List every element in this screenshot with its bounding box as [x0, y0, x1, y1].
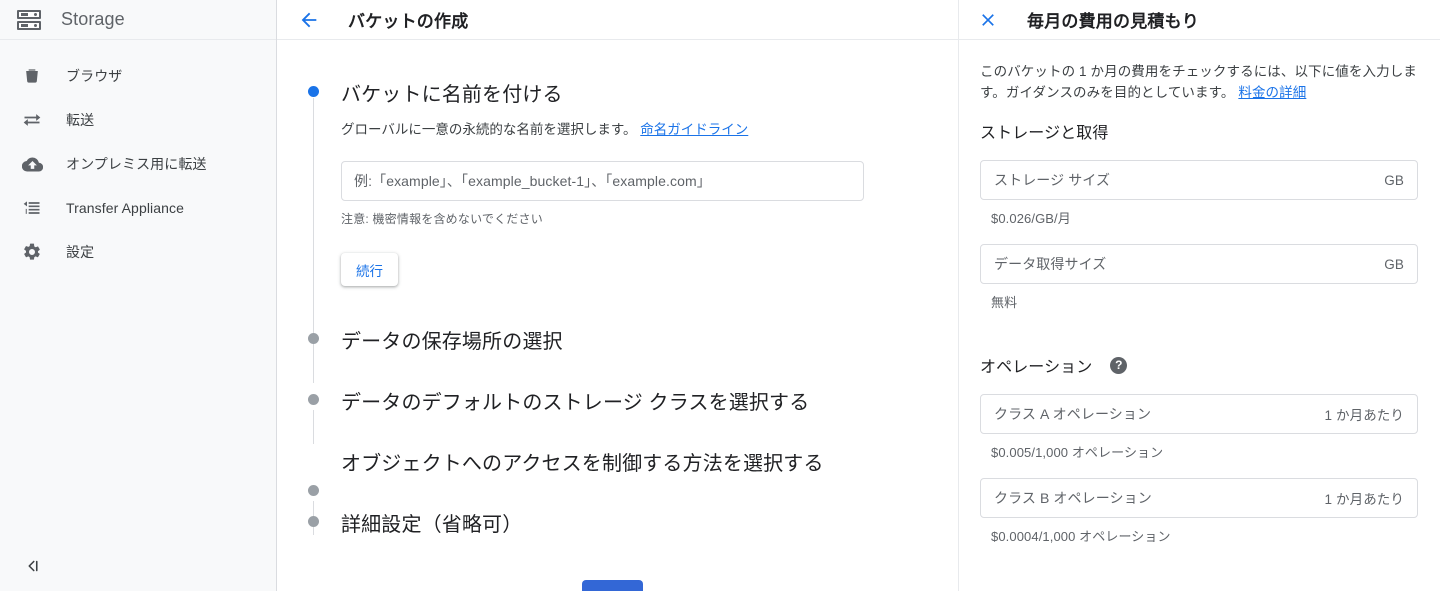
step-choose-storage-class: データのデフォルトのストレージ クラスを選択する [277, 388, 958, 444]
sidebar-item-label: オンプレミス用に転送 [66, 156, 207, 172]
step-advanced-settings: 詳細設定（省略可） [277, 510, 958, 540]
naming-guidelines-link[interactable]: 命名ガイドライン [640, 122, 748, 137]
storage-size-unit: GB [1384, 172, 1404, 188]
sidebar-item-transfer[interactable]: 転送 [0, 98, 276, 142]
sidebar-item-label: 設定 [66, 244, 95, 260]
storage-size-placeholder: ストレージ サイズ [994, 172, 1111, 188]
sidebar-item-transfer-appliance[interactable]: Transfer Appliance [0, 186, 276, 230]
step-description: グローバルに一意の永続的な名前を選択します。 命名ガイドライン [341, 120, 934, 140]
step-bullet-icon [308, 485, 319, 496]
collapse-panel-icon[interactable] [18, 551, 48, 581]
step-title[interactable]: オブジェクトへのアクセスを制御する方法を選択する [341, 449, 846, 479]
sidebar-brand-title: Storage [61, 9, 125, 29]
close-icon[interactable] [976, 8, 1000, 32]
step-choose-location: データの保存場所の選択 [277, 327, 958, 383]
create-bucket-button[interactable] [582, 580, 643, 591]
class-a-operations-unit: 1 か月あたり [1324, 408, 1404, 423]
step-bullet-icon [308, 394, 319, 405]
storage-size-input[interactable]: ストレージ サイズ GB [980, 160, 1418, 200]
cost-estimate-intro-text: このバケットの 1 か月の費用をチェックするには、以下に値を入力します。ガイダン… [980, 64, 1417, 100]
continue-button[interactable]: 続行 [341, 253, 398, 286]
step-access-control: オブジェクトへのアクセスを制御する方法を選択する [277, 449, 958, 535]
pricing-details-link[interactable]: 料金の詳細 [1238, 85, 1306, 100]
step-bullet-icon [308, 333, 319, 344]
section-title-storage: ストレージと取得 [980, 119, 1419, 143]
cloud-upload-icon [21, 153, 43, 175]
sidebar: Storage ブラウザ 転送 オンプレミス用に転送 Transfer Appl… [0, 0, 277, 591]
step-description-text: グローバルに一意の永続的な名前を選択します。 [341, 122, 637, 137]
transfer-arrows-icon [21, 109, 43, 131]
bucket-name-input[interactable]: 例:「example」、「example_bucket-1」、「example.… [341, 161, 864, 201]
class-b-operations-placeholder: クラス B オペレーション [994, 490, 1152, 506]
retrieval-size-note: 無料 [991, 295, 1018, 310]
sidebar-item-browser[interactable]: ブラウザ [0, 54, 276, 98]
sidebar-item-onprem-transfer[interactable]: オンプレミス用に転送 [0, 142, 276, 186]
bucket-creation-stepper: バケットに名前を付ける グローバルに一意の永続的な名前を選択します。 命名ガイド… [277, 40, 958, 540]
main-content: バケットの作成 バケットに名前を付ける グローバルに一意の永続的な名前を選択しま… [277, 0, 958, 591]
class-b-operations-unit: 1 か月あたり [1324, 492, 1404, 507]
cost-estimate-title: 毎月の費用の見積もり [1027, 12, 1199, 31]
storage-console-page: Storage ブラウザ 転送 オンプレミス用に転送 Transfer Appl… [0, 0, 1440, 591]
section-title-operations: オペレーション ? [980, 353, 1419, 377]
storage-size-note: $0.026/GB/月 [991, 211, 1071, 226]
step-title[interactable]: データのデフォルトのストレージ クラスを選択する [341, 388, 934, 418]
class-b-operations-input[interactable]: クラス B オペレーション 1 か月あたり [980, 478, 1418, 518]
sidebar-nav: ブラウザ 転送 オンプレミス用に転送 Transfer Appliance 設定 [0, 40, 276, 274]
cost-estimate-body: このバケットの 1 か月の費用をチェックするには、以下に値を入力します。ガイダン… [959, 40, 1440, 545]
step-title[interactable]: データの保存場所の選択 [341, 327, 934, 357]
retrieval-size-placeholder: データ取得サイズ [994, 256, 1107, 272]
gear-icon [21, 241, 43, 263]
sidebar-item-settings[interactable]: 設定 [0, 230, 276, 274]
transfer-appliance-icon [21, 197, 43, 219]
class-b-operations-note: $0.0004/1,000 オペレーション [991, 529, 1171, 544]
sidebar-brand[interactable]: Storage [0, 0, 276, 40]
sidebar-item-label: Transfer Appliance [66, 200, 185, 216]
sidebar-item-label: ブラウザ [66, 68, 123, 84]
bucket-name-placeholder: 例:「example」、「example_bucket-1」、「example.… [354, 173, 711, 189]
step-bullet-icon [308, 516, 319, 527]
main-header: バケットの作成 [277, 0, 958, 40]
step-title[interactable]: バケットに名前を付ける [341, 80, 934, 110]
sidebar-item-label: 転送 [66, 112, 95, 128]
section-title-label: ストレージと取得 [980, 125, 1109, 142]
storage-rack-icon [17, 8, 41, 32]
retrieval-size-unit: GB [1384, 256, 1404, 272]
class-a-operations-placeholder: クラス A オペレーション [994, 406, 1152, 422]
bucket-icon [21, 65, 43, 87]
page-title: バケットの作成 [348, 12, 469, 31]
step-rail [313, 349, 314, 383]
class-a-operations-input[interactable]: クラス A オペレーション 1 か月あたり [980, 394, 1418, 434]
step-rail [313, 410, 314, 444]
class-a-operations-note: $0.005/1,000 オペレーション [991, 445, 1164, 460]
retrieval-size-input[interactable]: データ取得サイズ GB [980, 244, 1418, 284]
section-title-label: オペレーション [980, 359, 1093, 376]
step-name-bucket: バケットに名前を付ける グローバルに一意の永続的な名前を選択します。 命名ガイド… [277, 80, 958, 373]
bucket-name-hint: 注意: 機密情報を含めないでください [341, 212, 543, 226]
step-bullet-active-icon [308, 86, 319, 97]
arrow-left-icon[interactable] [297, 8, 321, 32]
cost-estimate-header: 毎月の費用の見積もり [959, 0, 1440, 40]
help-circle-icon[interactable]: ? [1110, 356, 1128, 374]
step-title[interactable]: 詳細設定（省略可） [341, 510, 934, 540]
cost-estimate-intro: このバケットの 1 か月の費用をチェックするには、以下に値を入力します。ガイダン… [980, 61, 1419, 103]
cost-estimate-panel: 毎月の費用の見積もり このバケットの 1 か月の費用をチェックするには、以下に値… [958, 0, 1440, 591]
